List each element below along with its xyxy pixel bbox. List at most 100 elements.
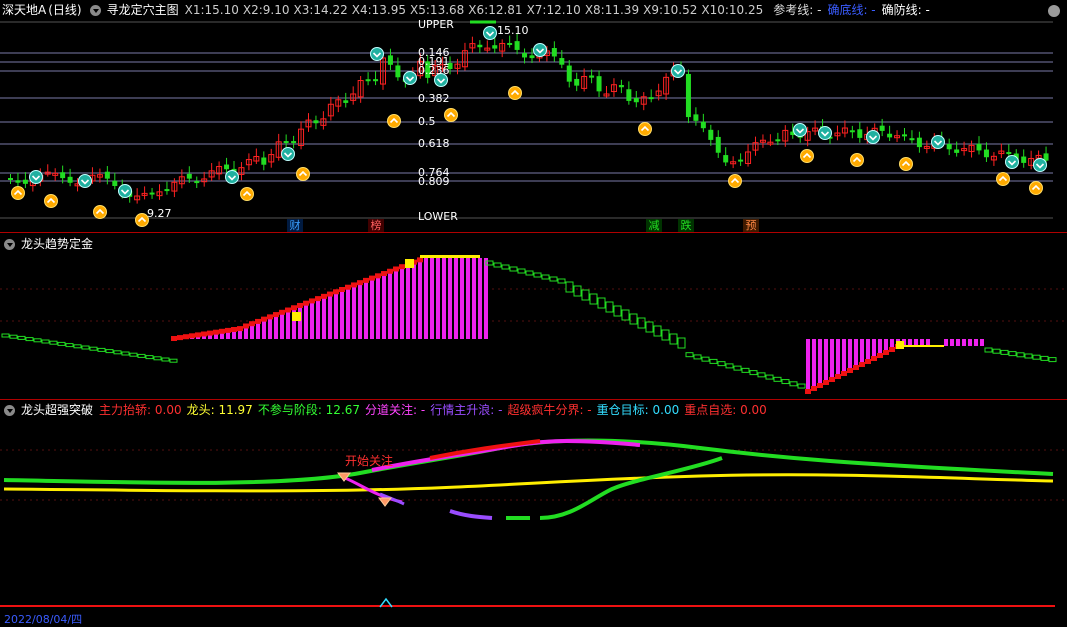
candle-body-down — [700, 121, 706, 129]
sell-signal-icon — [533, 43, 547, 57]
fib-level-0809: 0.809 — [418, 175, 450, 188]
trend-step-red — [363, 277, 369, 283]
trend-step-red — [399, 264, 405, 270]
sell-signal-icon — [118, 184, 132, 198]
trend-step-red — [817, 383, 823, 388]
trend-step-red — [207, 330, 213, 336]
trend-step — [33, 338, 42, 343]
candle-body-down — [313, 120, 319, 124]
candle-body-down — [529, 55, 535, 59]
histogram-bar — [430, 258, 434, 339]
trend-step-red — [333, 289, 339, 295]
buy-signal-icon — [728, 174, 742, 188]
candle-body-down — [1006, 152, 1012, 155]
trend-step — [557, 278, 566, 284]
trend-step — [113, 350, 122, 355]
trend-step — [1024, 353, 1033, 359]
histogram-bar — [382, 274, 386, 339]
histogram-bar — [454, 258, 458, 339]
candle-body-down — [589, 75, 595, 78]
buy-signal-icon — [850, 153, 864, 167]
histogram-bar — [418, 260, 422, 339]
trend-panel[interactable]: 龙头趋势定金 — [0, 233, 1067, 399]
candle-body-down — [395, 65, 401, 78]
candle-body-down — [261, 157, 267, 165]
trend-step — [653, 325, 662, 337]
candle-body-down — [879, 125, 885, 131]
buy-signal-icon — [240, 187, 254, 201]
candle-body-down — [566, 65, 572, 82]
histogram-bar — [322, 296, 326, 339]
trend-step-red — [357, 280, 363, 286]
trend-step-red — [231, 327, 237, 332]
histogram-bar-right — [908, 339, 912, 346]
trend-step-red — [303, 300, 309, 306]
histogram-bar — [358, 283, 362, 339]
trend-step — [741, 367, 750, 373]
candle-body-down — [738, 159, 744, 162]
event-marker-forecast[interactable]: 预 — [743, 219, 759, 232]
trend-step — [757, 372, 766, 378]
trend-step — [9, 334, 18, 339]
candle-body-down — [633, 97, 639, 103]
trend-step-red — [279, 309, 285, 315]
main-chart-panel[interactable]: 深天地A (日线) 寻龙定穴主图 X1:15.10 X2:9.10 X3:14.22 X4:… — [0, 0, 1067, 232]
histogram-bar — [304, 303, 308, 339]
candle-body-down — [186, 173, 192, 179]
candle-body-down — [715, 136, 721, 153]
sell-signal-icon — [793, 123, 807, 137]
candle-body-down — [648, 97, 654, 100]
trend-step-red — [285, 307, 291, 313]
candle-body-down — [224, 164, 230, 170]
candle-body-down — [976, 143, 982, 151]
histogram-bar — [346, 287, 350, 339]
event-marker-reduce[interactable]: 减 — [646, 219, 662, 232]
trend-step-red — [273, 312, 279, 318]
candle-body-down — [946, 143, 952, 150]
trend-histogram — [0, 255, 1067, 394]
trend-step-red — [171, 336, 177, 341]
trend-step-red — [351, 282, 357, 288]
sell-signal-icon — [29, 170, 43, 184]
trend-step-red — [805, 389, 811, 394]
start-watch-label: 开始关注 — [345, 454, 394, 468]
candle-body-down — [522, 52, 528, 58]
sell-signal-icon — [818, 126, 832, 140]
sell-signal-icon — [225, 170, 239, 184]
trend-step-red — [309, 298, 315, 304]
event-marker-list[interactable]: 榜 — [368, 219, 384, 232]
buy-signal-icon — [387, 114, 401, 128]
breakout-panel[interactable]: 龙头超强突破 主力抬轿: 0.00 龙头: 11.97 不参与阶段: 12.67 分道关… — [0, 400, 1067, 626]
candle-body-down — [104, 171, 110, 179]
histogram-bar-right — [944, 339, 948, 346]
trend-step — [749, 370, 758, 376]
histogram-bar-right — [878, 339, 882, 355]
trend-step-red — [213, 329, 219, 335]
sell-signal-icon — [370, 47, 384, 61]
trend-step — [533, 272, 542, 278]
trend-step-red — [823, 380, 829, 385]
histogram-bar — [442, 258, 446, 339]
histogram-bar — [472, 258, 476, 339]
trend-step — [49, 340, 58, 345]
trend-step — [613, 305, 622, 317]
trend-step — [565, 281, 574, 293]
sell-signal-icon — [866, 130, 880, 144]
trend-step — [81, 345, 90, 350]
candle-body-down — [492, 45, 498, 49]
candle-body-down — [477, 44, 483, 48]
sell-signal-icon — [403, 71, 417, 85]
candle-body-down — [551, 48, 557, 57]
histogram-bar-right — [974, 339, 978, 346]
histogram-bar — [262, 319, 266, 339]
candle-body-down — [343, 100, 349, 103]
trend-step-red — [327, 291, 333, 297]
candle-body-down — [887, 133, 893, 138]
trend-step — [161, 357, 170, 362]
event-marker-finance[interactable]: 财 — [287, 219, 303, 232]
trend-step-red — [255, 318, 261, 324]
event-marker-fall[interactable]: 跌 — [678, 219, 694, 232]
histogram-bar — [250, 324, 254, 339]
histogram-bar — [478, 258, 482, 339]
candle-body-down — [149, 192, 155, 195]
